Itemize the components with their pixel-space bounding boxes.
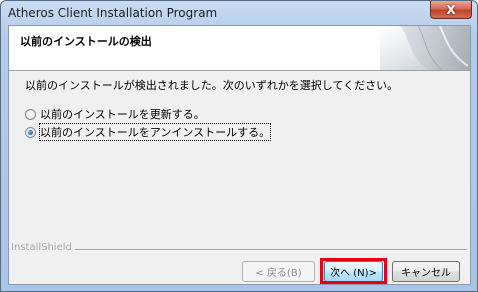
header-panel: 以前のインストールの検出 [9,26,470,71]
update-radio[interactable] [25,108,36,120]
dialog-client-area: 以前のインストールの検出 以前のインストールが検出されました。次のいずれかを選択… [8,25,471,285]
installer-window: Atheros Client Installation Program X 以前… [0,0,478,292]
update-option[interactable]: 以前のインストールを更新する。 [25,106,205,122]
instruction-text: 以前のインストールが検出されました。次のいずれかを選択してください。 [25,79,399,92]
next-button-highlight [320,258,387,284]
installshield-brand: InstallShield [11,242,72,253]
back-button[interactable]: < 戻る(B) [242,261,315,282]
update-option-label[interactable]: 以前のインストールを更新する。 [40,106,205,122]
uninstall-radio[interactable] [25,126,36,138]
page-title: 以前のインストールの検出 [20,35,152,48]
uninstall-option-label[interactable]: 以前のインストールをアンインストールする。 [38,123,272,141]
cancel-button[interactable]: キャンセル [392,261,460,282]
uninstall-option[interactable]: 以前のインストールをアンインストールする。 [25,123,272,141]
footer-divider [75,249,467,251]
title-bar[interactable]: Atheros Client Installation Program X [1,1,477,25]
close-icon: X [446,2,456,17]
window-title: Atheros Client Installation Program [8,6,218,20]
close-button[interactable]: X [430,1,472,19]
page-curl-graphic-icon [380,26,470,70]
